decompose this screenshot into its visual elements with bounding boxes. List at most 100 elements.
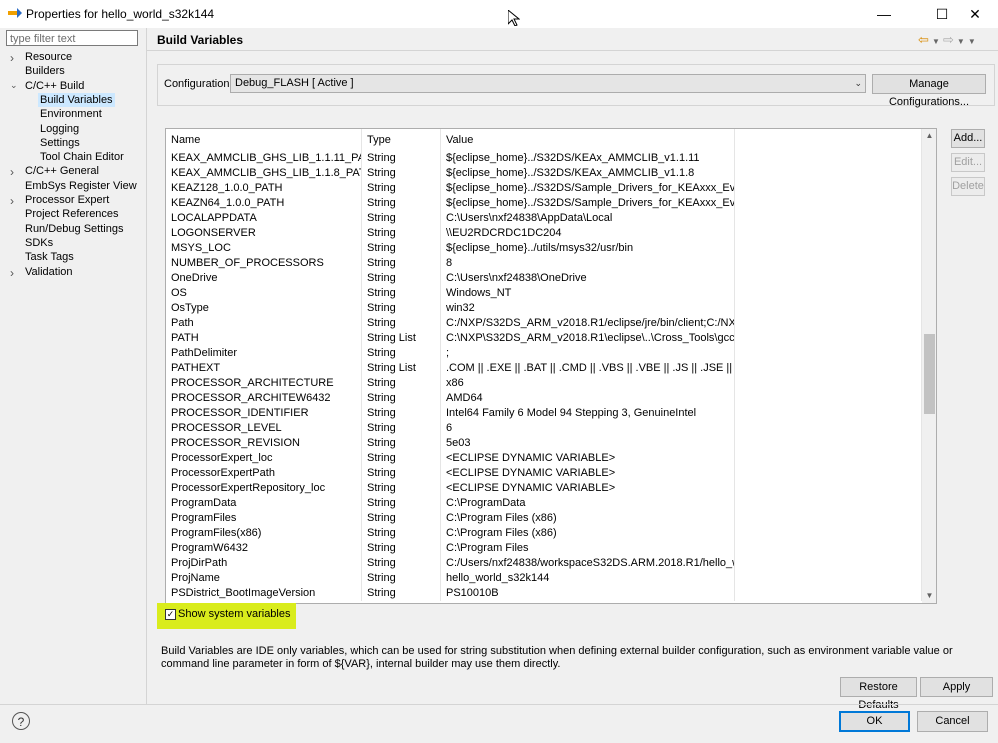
tree-item-validation[interactable]: Validation — [23, 265, 75, 279]
cell-value: Windows_NT — [441, 286, 735, 301]
table-row[interactable]: OneDrive String C:\Users\nxf24838\OneDrive — [166, 271, 922, 286]
forward-arrow-icon[interactable]: ⇨ — [943, 32, 954, 47]
minimize-icon[interactable]: — — [861, 0, 907, 28]
filter-input[interactable]: type filter text — [6, 30, 138, 46]
table-row[interactable]: PROCESSOR_IDENTIFIER String Intel64 Family… — [166, 406, 922, 421]
table-row[interactable]: PROCESSOR_REVISION String 5e03 — [166, 436, 922, 451]
add-button[interactable]: Add... — [951, 129, 985, 148]
table-row[interactable]: LOCALAPPDATA String C:\Users\nxf24838\AppD… — [166, 211, 922, 226]
column-header-type[interactable]: Type — [362, 129, 441, 151]
table-row[interactable]: ProgramFiles String C:\Program Files (x86) — [166, 511, 922, 526]
tree-item-project-references[interactable]: Project References — [23, 207, 121, 221]
tree-item-run-debug-settings[interactable]: Run/Debug Settings — [23, 222, 125, 236]
show-system-variables-label[interactable]: Show system variables — [178, 608, 291, 620]
cell-value: ${eclipse_home}../S32DS/Sample_Drivers_f… — [441, 196, 735, 211]
close-icon[interactable]: ✕ — [952, 0, 998, 28]
table-row[interactable]: OsType String win32 — [166, 301, 922, 316]
table-row[interactable]: PSDistrict_BootImageVersion String PS10010… — [166, 586, 922, 601]
collapsed-chevron-icon[interactable]: › — [10, 194, 20, 208]
tree-item-embsys-register-view[interactable]: EmbSys Register View — [23, 179, 139, 193]
tree-item-logging[interactable]: Logging — [38, 122, 81, 136]
delete-button[interactable]: Delete — [951, 177, 985, 196]
table-row[interactable]: PATHEXT String List .COM || .EXE || .BAT |… — [166, 361, 922, 376]
table-row[interactable]: KEAX_AMMCLIB_GHS_LIB_1.1.8_PATH String ${e… — [166, 166, 922, 181]
show-system-variables-checkbox[interactable]: ✓ — [165, 609, 176, 620]
tree-item-build-variables[interactable]: Build Variables — [38, 92, 115, 107]
scroll-up-icon[interactable]: ▲ — [922, 129, 936, 143]
apply-button[interactable]: Apply — [920, 677, 993, 697]
cell-type: String — [362, 271, 441, 286]
table-row[interactable]: PROCESSOR_LEVEL String 6 — [166, 421, 922, 436]
tree-item-c-c-build[interactable]: C/C++ Build — [23, 79, 86, 93]
collapsed-chevron-icon[interactable]: › — [10, 165, 20, 179]
cell-name: PROCESSOR_ARCHITECTURE — [166, 376, 362, 391]
app-icon — [8, 8, 22, 18]
collapsed-chevron-icon[interactable]: › — [10, 51, 20, 65]
tree-item-settings[interactable]: Settings — [38, 136, 82, 150]
table-row[interactable]: ProcessorExpertPath String <ECLIPSE DYNAMI… — [166, 466, 922, 481]
table-row[interactable]: NUMBER_OF_PROCESSORS String 8 — [166, 256, 922, 271]
cell-name: PATH — [166, 331, 362, 346]
table-row[interactable]: PROCESSOR_ARCHITECTURE String x86 — [166, 376, 922, 391]
expanded-chevron-icon[interactable]: ⌄ — [10, 80, 20, 91]
table-row[interactable]: ProcessorExpertRepository_loc String <ECLI… — [166, 481, 922, 496]
view-menu-icon[interactable]: ▼ — [968, 37, 976, 46]
forward-menu-chevron-icon[interactable]: ▼ — [957, 37, 965, 46]
table-row[interactable]: PATH String List C:\NXP\S32DS_ARM_v2018.R1… — [166, 331, 922, 346]
back-arrow-icon[interactable]: ⇦ — [918, 32, 929, 47]
table-row[interactable]: ProjDirPath String C:/Users/nxf24838/works… — [166, 556, 922, 571]
table-row[interactable]: KEAZ128_1.0.0_PATH String ${eclipse_home}.… — [166, 181, 922, 196]
tree-item-environment[interactable]: Environment — [38, 107, 104, 121]
cell-value: x86 — [441, 376, 735, 391]
page-title: Build Variables — [157, 33, 244, 47]
table-row[interactable]: KEAX_AMMCLIB_GHS_LIB_1.1.11_PATH String ${… — [166, 151, 922, 166]
table-row[interactable]: KEAZN64_1.0.0_PATH String ${eclipse_home}.… — [166, 196, 922, 211]
cancel-button[interactable]: Cancel — [917, 711, 988, 732]
tree-item-tool-chain-editor[interactable]: Tool Chain Editor — [38, 150, 126, 164]
navigation-buttons: ⇦ ▼ ⇨ ▼ ▼ — [918, 32, 976, 48]
edit-button[interactable]: Edit... — [951, 153, 985, 172]
tree-item-resource[interactable]: Resource — [23, 50, 74, 64]
table-scrollbar[interactable]: ▲ ▼ — [922, 129, 936, 603]
cell-value: .COM || .EXE || .BAT || .CMD || .VBS || … — [441, 361, 735, 376]
cell-type: String List — [362, 331, 441, 346]
column-header-value[interactable]: Value — [441, 129, 735, 151]
table-row[interactable]: ProgramFiles(x86) String C:\Program Files … — [166, 526, 922, 541]
scrollbar-thumb[interactable] — [924, 334, 935, 414]
table-row[interactable]: Path String C:/NXP/S32DS_ARM_v2018.R1/ecli… — [166, 316, 922, 331]
cell-empty — [735, 481, 922, 496]
tree-item-sdks[interactable]: SDKs — [23, 236, 55, 250]
cell-value: C:\Users\nxf24838\OneDrive — [441, 271, 735, 286]
help-icon[interactable]: ? — [12, 712, 30, 730]
table-row[interactable]: ProcessorExpert_loc String <ECLIPSE DYNAMI… — [166, 451, 922, 466]
column-header-name[interactable]: Name — [166, 129, 362, 151]
table-row[interactable]: LOGONSERVER String \\EU2RDCRDC1DC204 — [166, 226, 922, 241]
tree-item-processor-expert[interactable]: Processor Expert — [23, 193, 111, 207]
table-row[interactable]: ProjName String hello_world_s32k144 — [166, 571, 922, 586]
restore-defaults-button[interactable]: Restore Defaults — [840, 677, 917, 711]
cell-name: PathDelimiter — [166, 346, 362, 361]
collapsed-chevron-icon[interactable]: › — [10, 266, 20, 280]
cell-empty — [735, 181, 922, 196]
tree-item-task-tags[interactable]: Task Tags — [23, 250, 76, 264]
table-row[interactable]: OS String Windows_NT — [166, 286, 922, 301]
cell-type: String — [362, 151, 441, 166]
table-row[interactable]: ProgramW6432 String C:\Program Files — [166, 541, 922, 556]
table-row[interactable]: MSYS_LOC String ${eclipse_home}../utils/ms… — [166, 241, 922, 256]
cell-name: OS — [166, 286, 362, 301]
tree-item-c-c-general[interactable]: C/C++ General — [23, 164, 101, 178]
configuration-select[interactable]: Debug_FLASH [ Active ] ⌄ — [230, 74, 866, 93]
table-row[interactable]: PathDelimiter String; — [166, 346, 922, 361]
table-body: KEAX_AMMCLIB_GHS_LIB_1.1.11_PATH String ${… — [166, 151, 922, 601]
ok-button[interactable]: OK — [839, 711, 910, 732]
cell-name: NUMBER_OF_PROCESSORS — [166, 256, 362, 271]
table-row[interactable]: ProgramData String C:\ProgramData — [166, 496, 922, 511]
cell-type: String — [362, 181, 441, 196]
manage-configurations-button[interactable]: Manage Configurations... — [872, 74, 986, 108]
cell-value: 6 — [441, 421, 735, 436]
tree-item-builders[interactable]: Builders — [23, 64, 67, 78]
table-row[interactable]: PROCESSOR_ARCHITEW6432 String AMD64 — [166, 391, 922, 406]
cell-type: String List — [362, 361, 441, 376]
scroll-down-icon[interactable]: ▼ — [922, 589, 936, 603]
back-menu-chevron-icon[interactable]: ▼ — [932, 37, 940, 46]
